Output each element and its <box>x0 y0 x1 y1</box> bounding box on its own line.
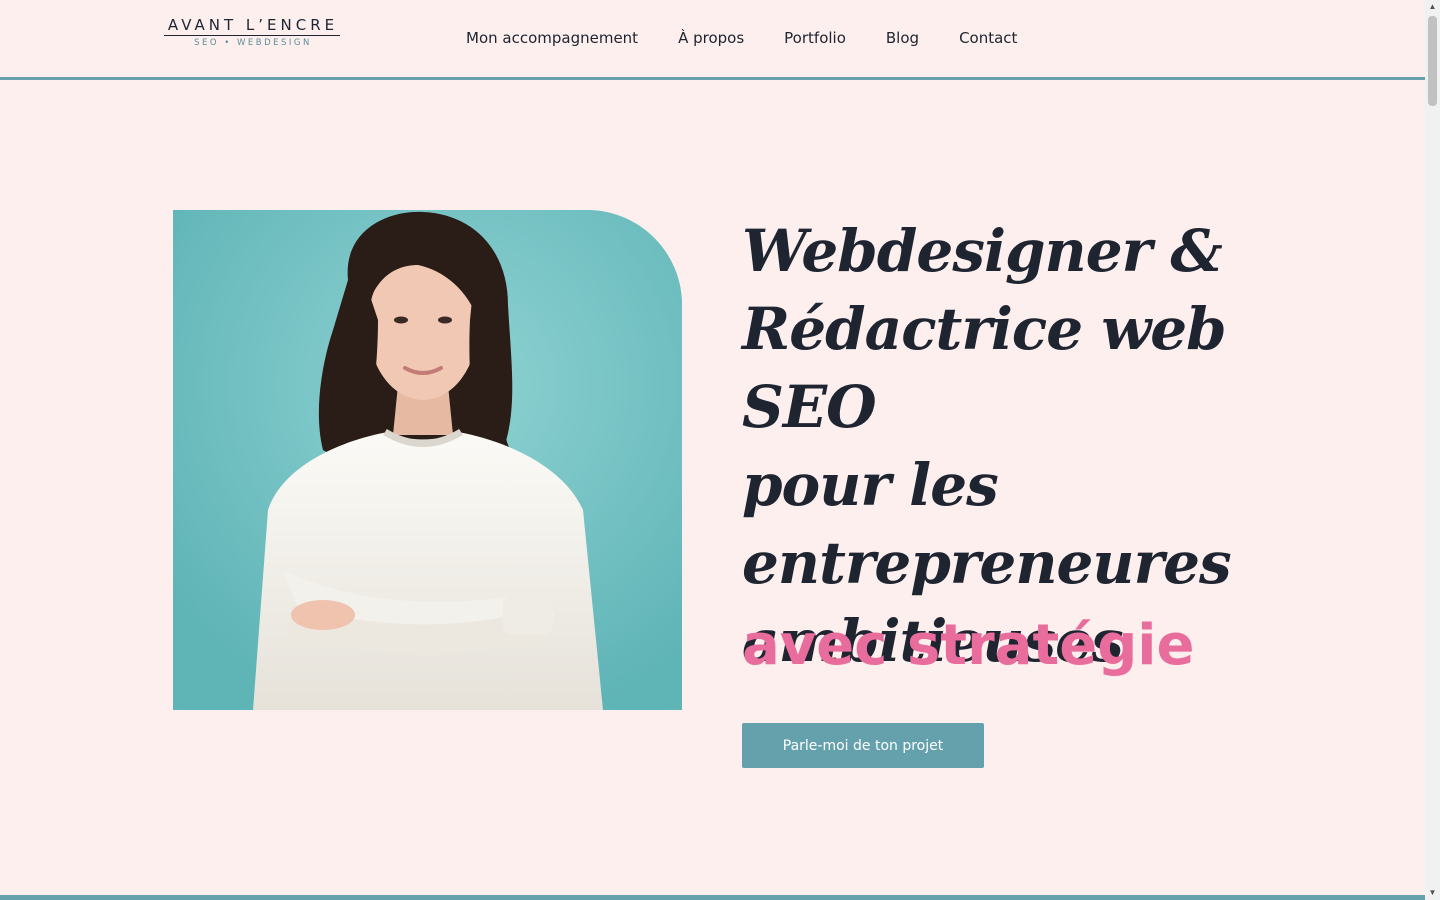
section-divider <box>0 895 1425 900</box>
nav-item-accompagnement[interactable]: Mon accompagnement <box>466 27 638 49</box>
page-scrollbar[interactable]: ▲ ▼ <box>1425 0 1440 900</box>
nav-item-contact[interactable]: Contact <box>959 27 1017 49</box>
hero-title-line-3: pour les <box>742 451 999 519</box>
scroll-down-arrow-icon[interactable]: ▼ <box>1425 886 1440 900</box>
nav-item-portfolio[interactable]: Portfolio <box>784 27 846 49</box>
hero-title-line-2: Rédactrice web SEO <box>742 295 1227 441</box>
logo-title: AVANT L’ENCRE <box>167 16 339 34</box>
logo-divider <box>164 35 340 36</box>
portrait-illustration <box>173 210 682 710</box>
hero-portrait-photo <box>173 210 682 710</box>
nav-item-blog[interactable]: Blog <box>886 27 919 49</box>
main-navigation: Mon accompagnement À propos Portfolio Bl… <box>466 27 1017 49</box>
site-logo[interactable]: AVANT L’ENCRE SEO • WEBDESIGN <box>164 16 342 52</box>
scroll-up-arrow-icon[interactable]: ▲ <box>1425 0 1440 14</box>
logo-subtitle: SEO • WEBDESIGN <box>194 38 312 48</box>
contact-project-button[interactable]: Parle-moi de ton projet <box>742 723 984 768</box>
nav-item-a-propos[interactable]: À propos <box>678 27 744 49</box>
scrollbar-thumb[interactable] <box>1428 16 1437 106</box>
hero-title-line-4: entrepreneures <box>742 529 1232 597</box>
hero-title-line-1: Webdesigner & <box>742 217 1223 285</box>
site-header: AVANT L’ENCRE SEO • WEBDESIGN Mon accomp… <box>0 0 1425 80</box>
hero-accent-text: avec stratégie <box>742 613 1195 678</box>
